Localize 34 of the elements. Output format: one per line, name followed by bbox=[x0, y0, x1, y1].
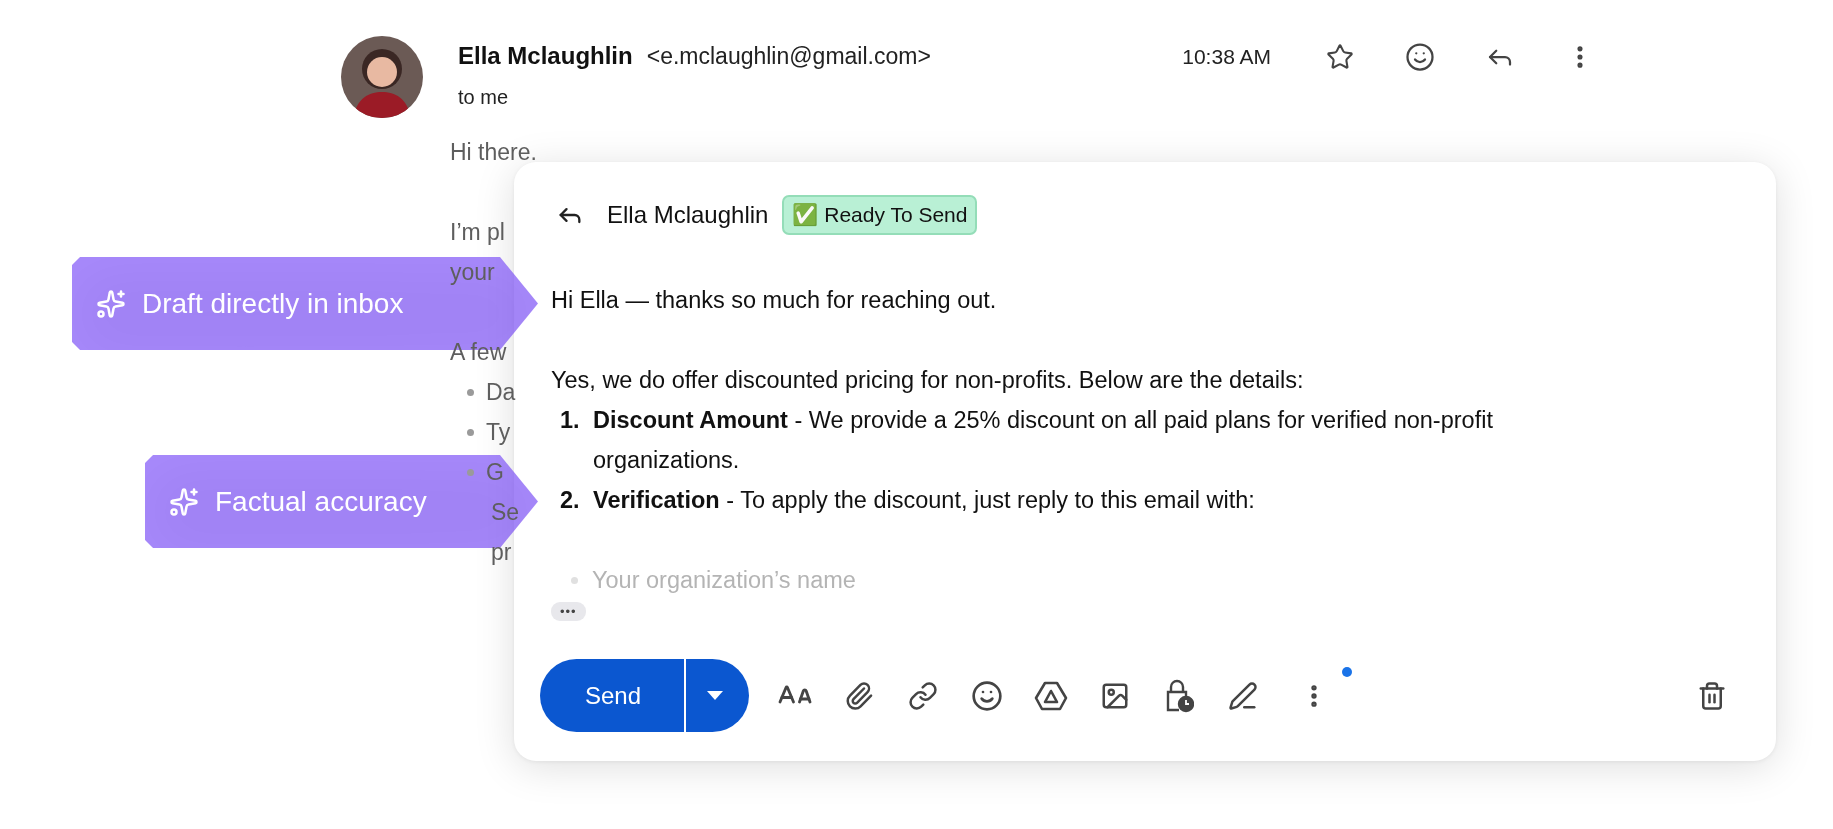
send-options-button[interactable] bbox=[684, 659, 749, 732]
status-badge: ✅ Ready To Send bbox=[782, 194, 978, 235]
sparkle-icon bbox=[96, 288, 126, 319]
email-text: Hi there. bbox=[450, 138, 537, 167]
reply-text: Yes, we do offer discounted pricing for non-profits. Below are the details: bbox=[551, 366, 1305, 395]
bullet-icon bbox=[467, 468, 474, 476]
bullet-icon bbox=[467, 388, 474, 396]
recipient-name: Ella Mclaughlin bbox=[607, 200, 769, 229]
sender-email: <e.mclaughlin@gmail.com> bbox=[646, 43, 931, 70]
email-text: pr bbox=[491, 538, 512, 567]
show-trimmed-button[interactable]: ••• bbox=[551, 602, 586, 621]
callout-text: Factual accuracy bbox=[215, 485, 427, 518]
email-text: I’m pl bbox=[450, 218, 505, 247]
callout-text: Draft directly in inbox bbox=[142, 287, 404, 320]
email-text: Ty bbox=[486, 418, 511, 447]
sender-name: Ella Mclaughlin bbox=[458, 42, 633, 70]
caret-icon bbox=[706, 691, 723, 700]
list-item-text: Verification - To apply the discount, just reply to this email with: bbox=[593, 486, 1256, 515]
email-text: your bbox=[450, 258, 495, 287]
email-time: 10:38 AM bbox=[1182, 45, 1271, 69]
list-number: 1. bbox=[560, 406, 581, 435]
recipient-label: to me bbox=[458, 86, 510, 109]
list-item-text: Your organization’s name bbox=[592, 566, 856, 594]
sparkle-icon bbox=[169, 486, 199, 517]
reply-text: Hi Ella — thanks so much for reaching out. bbox=[551, 286, 998, 315]
emoji-icon[interactable] bbox=[1403, 40, 1437, 74]
email-text: Da bbox=[486, 378, 516, 407]
bullet-icon bbox=[467, 428, 474, 436]
list-item-text: Discount Amount - We provide a 25% discount on all paid plans for verified non-profit organizations. bbox=[593, 406, 1494, 475]
email-text: Se bbox=[491, 498, 520, 527]
list-number: 2. bbox=[560, 486, 581, 515]
email-text: G bbox=[486, 458, 504, 487]
send-button[interactable]: Send bbox=[540, 659, 684, 732]
bullet-icon bbox=[571, 576, 578, 584]
